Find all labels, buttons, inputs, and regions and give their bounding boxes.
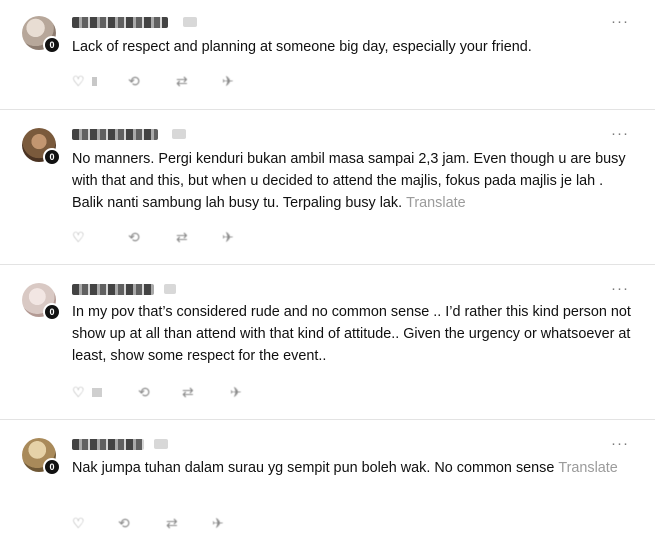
- follow-badge[interactable]: 0: [43, 303, 61, 321]
- comment-text: Lack of respect and planning at someone …: [72, 36, 632, 58]
- comment-post: 0 ··· In my pov that’s considered rude a…: [0, 265, 655, 420]
- comment-text: No manners. Pergi kenduri bukan ambil ma…: [72, 148, 632, 214]
- like-icon[interactable]: ♡: [72, 74, 90, 88]
- username-redacted[interactable]: [72, 129, 158, 140]
- comment-post: 0 ··· No manners. Pergi kenduri bukan am…: [0, 110, 655, 265]
- share-icon[interactable]: ✈: [222, 230, 240, 244]
- follow-badge[interactable]: 0: [43, 458, 61, 476]
- reply-icon[interactable]: ⟲: [138, 385, 156, 399]
- timestamp-redacted: [154, 439, 168, 449]
- follow-badge[interactable]: 0: [43, 148, 61, 166]
- comment-feed: 0 ··· Lack of respect and planning at so…: [0, 0, 655, 551]
- reply-icon[interactable]: ⟲: [128, 74, 146, 88]
- share-icon[interactable]: ✈: [222, 74, 240, 88]
- avatar[interactable]: 0: [22, 128, 61, 166]
- comment-post: 0 ··· Nak jumpa tuhan dalam surau yg sem…: [0, 420, 655, 551]
- follow-badge[interactable]: 0: [43, 36, 61, 54]
- avatar[interactable]: 0: [22, 438, 61, 476]
- repost-icon[interactable]: ⇄: [166, 516, 184, 530]
- translate-link[interactable]: Translate: [558, 460, 617, 476]
- comment-body: Nak jumpa tuhan dalam surau yg sempit pu…: [72, 460, 555, 476]
- like-count-redacted: [92, 77, 97, 86]
- like-icon[interactable]: ♡: [72, 230, 90, 244]
- timestamp-redacted: [164, 284, 176, 294]
- comment-post: 0 ··· Lack of respect and planning at so…: [0, 0, 655, 110]
- repost-icon[interactable]: ⇄: [176, 230, 194, 244]
- timestamp-redacted: [183, 17, 197, 27]
- comment-body: In my pov that’s considered rude and no …: [72, 304, 631, 364]
- comment-text: In my pov that’s considered rude and no …: [72, 301, 632, 367]
- more-options-icon[interactable]: ···: [611, 125, 629, 142]
- share-icon[interactable]: ✈: [212, 516, 230, 530]
- repost-icon[interactable]: ⇄: [176, 74, 194, 88]
- like-icon[interactable]: ♡: [72, 385, 90, 399]
- comment-body: No manners. Pergi kenduri bukan ambil ma…: [72, 151, 626, 211]
- username-redacted[interactable]: [72, 439, 144, 450]
- timestamp-redacted: [172, 129, 186, 139]
- more-options-icon[interactable]: ···: [611, 280, 629, 297]
- comment-text: Nak jumpa tuhan dalam surau yg sempit pu…: [72, 457, 632, 479]
- more-options-icon[interactable]: ···: [611, 435, 629, 452]
- username-redacted[interactable]: [72, 284, 154, 295]
- avatar[interactable]: 0: [22, 16, 61, 54]
- avatar[interactable]: 0: [22, 283, 61, 321]
- reply-icon[interactable]: ⟲: [118, 516, 136, 530]
- like-icon[interactable]: ♡: [72, 516, 90, 530]
- more-options-icon[interactable]: ···: [611, 13, 629, 30]
- reply-icon[interactable]: ⟲: [128, 230, 146, 244]
- comment-body: Lack of respect and planning at someone …: [72, 39, 532, 55]
- share-icon[interactable]: ✈: [230, 385, 248, 399]
- repost-icon[interactable]: ⇄: [182, 385, 200, 399]
- like-count-redacted: [92, 388, 102, 397]
- username-redacted[interactable]: [72, 17, 168, 28]
- translate-link[interactable]: Translate: [406, 195, 465, 211]
